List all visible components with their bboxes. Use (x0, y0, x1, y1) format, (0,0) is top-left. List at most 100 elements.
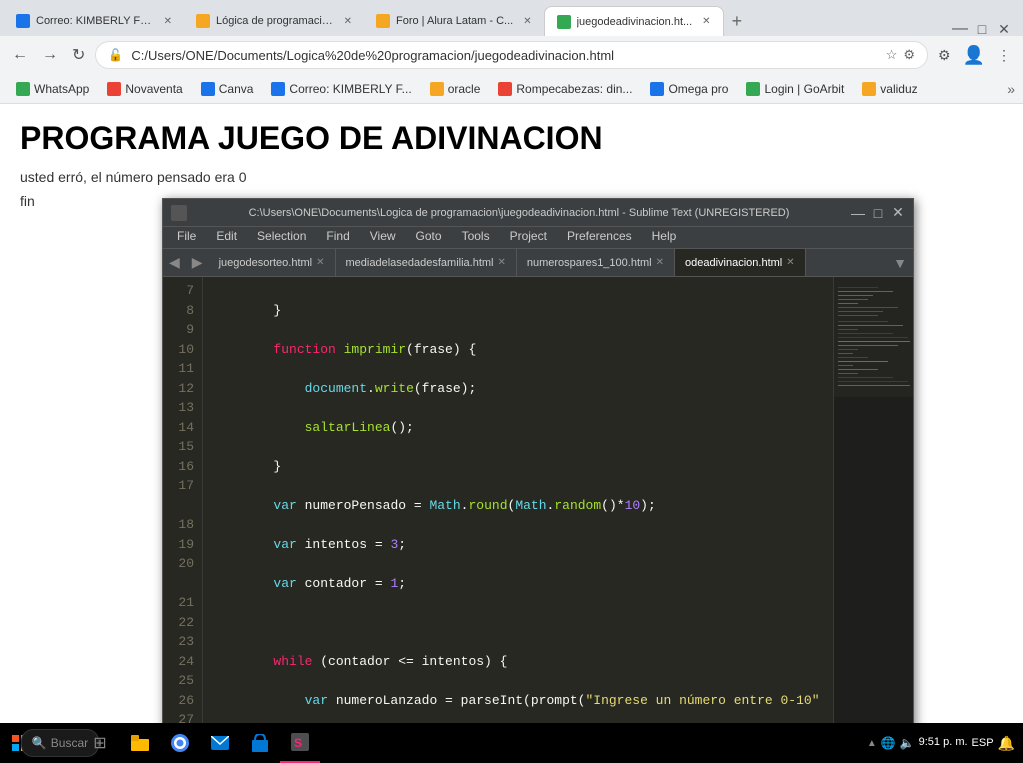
menu-edit[interactable]: Edit (206, 227, 247, 248)
bookmark-validuz[interactable]: validuz (854, 80, 925, 98)
sublime-tab-label-odeadivinacion: odeadivinacion.html (685, 257, 782, 269)
extension-icon[interactable]: ⚙ (903, 47, 915, 63)
sublime-menu-bar: File Edit Selection Find View Goto Tools… (163, 227, 913, 249)
sublime-window-buttons: — □ ✕ (851, 206, 905, 220)
code-area[interactable]: 7891011 1213141516 17 181920 21222324 25… (163, 277, 913, 757)
time-display[interactable]: 9:51 p. m. (919, 735, 968, 750)
extensions-button[interactable]: ⚙ (934, 43, 955, 68)
system-tray: ▲ 🌐 🔈 9:51 p. m. ESP 🔔 (859, 735, 1023, 752)
tab-favicon-foro (376, 14, 390, 28)
tab-close-correo[interactable]: ✕ (164, 16, 172, 27)
sublime-maximize-button[interactable]: □ (871, 206, 885, 220)
menu-project[interactable]: Project (500, 227, 557, 248)
tab-juego[interactable]: juegodeadivinacion.ht... ✕ (544, 6, 724, 36)
bookmark-omega[interactable]: Omega pro (642, 80, 736, 98)
bookmark-icon-goarbit (746, 82, 760, 96)
sublime-tab-close-odeadivinacion[interactable]: ✕ (786, 257, 794, 268)
reload-button[interactable]: ↻ (68, 41, 89, 69)
sublime-minimize-button[interactable]: — (851, 206, 865, 220)
browser-window-controls: — □ ✕ (945, 22, 1019, 36)
sublime-taskbar[interactable]: S (280, 723, 320, 763)
menu-file[interactable]: File (167, 227, 206, 248)
tab-label-foro: Foro | Alura Latam - C... (396, 15, 513, 27)
menu-view[interactable]: View (360, 227, 406, 248)
address-bar-row: ← → ↻ 🔓 C:/Users/ONE/Documents/Logica%20… (0, 36, 1023, 74)
maximize-browser-button[interactable]: □ (975, 22, 989, 36)
tab-nav-next[interactable]: ▶ (186, 254, 209, 271)
address-bar-icons: ☆ ⚙ (886, 47, 915, 63)
sublime-tab-label-juegodesorteo: juegodesorteo.html (219, 257, 313, 269)
tab-close-foro[interactable]: ✕ (523, 16, 531, 27)
bookmark-rompecabezas[interactable]: Rompecabezas: din... (490, 80, 640, 98)
bookmark-correo[interactable]: Correo: KIMBERLY F... (263, 80, 419, 98)
bookmark-label-omega: Omega pro (668, 82, 728, 96)
tab-label-correo: Correo: KIMBERLY FR... (36, 15, 154, 27)
store-taskbar[interactable] (240, 723, 280, 763)
minimize-browser-button[interactable]: — (953, 22, 967, 36)
menu-help[interactable]: Help (642, 227, 687, 248)
store-icon (252, 734, 268, 752)
more-options-button[interactable]: ⋮ (993, 43, 1015, 68)
bookmark-label-canva: Canva (219, 82, 254, 96)
sublime-close-button[interactable]: ✕ (891, 206, 905, 220)
sublime-tab-close-juegodesorteo[interactable]: ✕ (316, 257, 324, 268)
bookmark-oracle[interactable]: oracle (422, 80, 489, 98)
sublime-tab-odeadivinacion[interactable]: odeadivinacion.html ✕ (675, 249, 806, 277)
task-view-button[interactable]: ⊞ (80, 723, 120, 763)
mail-icon (211, 736, 229, 750)
sublime-tab-close-mediadelasedades[interactable]: ✕ (497, 257, 505, 268)
tab-close-juego[interactable]: ✕ (702, 16, 710, 27)
tab-list-more[interactable]: ▼ (887, 255, 913, 271)
file-explorer-taskbar[interactable] (120, 723, 160, 763)
tab-foro[interactable]: Foro | Alura Latam - C... ✕ (364, 6, 544, 36)
sublime-title-text: C:\Users\ONE\Documents\Logica de program… (187, 207, 851, 219)
back-button[interactable]: ← (8, 42, 32, 68)
sublime-tab-close-numerospares[interactable]: ✕ (656, 257, 664, 268)
menu-preferences[interactable]: Preferences (557, 227, 642, 248)
address-lock-icon: 🔓 (108, 48, 123, 62)
bookmark-canva[interactable]: Canva (193, 80, 262, 98)
address-bar[interactable]: 🔓 C:/Users/ONE/Documents/Logica%20de%20p… (95, 41, 928, 69)
bookmarks-more-button[interactable]: » (1007, 81, 1015, 97)
bookmark-whatsapp[interactable]: WhatsApp (8, 80, 97, 98)
chrome-taskbar[interactable] (160, 723, 200, 763)
toolbar-right: ⚙ 👤 ⋮ (934, 41, 1015, 70)
tab-label-juego: juegodeadivinacion.ht... (577, 16, 693, 28)
sublime-tab-numerospares[interactable]: numerospares1_100.html ✕ (517, 249, 675, 277)
bookmark-goarbit[interactable]: Login | GoArbit (738, 80, 852, 98)
search-taskbar-button[interactable]: 🔍 Buscar (40, 723, 80, 763)
sublime-tab-juegodesorteo[interactable]: juegodesorteo.html ✕ (209, 249, 336, 277)
bookmark-label-oracle: oracle (448, 82, 481, 96)
bookmark-label-rompecabezas: Rompecabezas: din... (516, 82, 632, 96)
menu-selection[interactable]: Selection (247, 227, 316, 248)
network-icon[interactable]: 🌐 (881, 736, 896, 750)
menu-tools[interactable]: Tools (452, 227, 500, 248)
bookmark-icon-whatsapp (16, 82, 30, 96)
menu-find[interactable]: Find (316, 227, 359, 248)
bookmark-icon-oracle (430, 82, 444, 96)
address-text: C:/Users/ONE/Documents/Logica%20de%20pro… (131, 48, 877, 63)
minimap-content (834, 277, 913, 757)
tab-nav-prev[interactable]: ◀ (163, 254, 186, 271)
mail-taskbar[interactable] (200, 723, 240, 763)
bookmark-label-validuz: validuz (880, 82, 917, 96)
bookmark-star-icon[interactable]: ☆ (886, 47, 898, 63)
new-tab-button[interactable]: + (724, 7, 751, 36)
code-content[interactable]: } function imprimir(frase) { document.wr… (203, 277, 833, 757)
expand-tray-icon[interactable]: ▲ (867, 738, 877, 749)
forward-button[interactable]: → (38, 42, 62, 68)
language-indicator[interactable]: ESP (972, 737, 994, 749)
tab-logica[interactable]: Lógica de programació... ✕ (184, 6, 364, 36)
tab-correo[interactable]: Correo: KIMBERLY FR... ✕ (4, 6, 184, 36)
volume-icon[interactable]: 🔈 (900, 736, 915, 750)
profile-button[interactable]: 👤 (959, 41, 989, 70)
notifications-icon[interactable]: 🔔 (998, 735, 1015, 752)
menu-goto[interactable]: Goto (406, 227, 452, 248)
bookmark-label-correo: Correo: KIMBERLY F... (289, 82, 411, 96)
close-browser-button[interactable]: ✕ (997, 22, 1011, 36)
sublime-tab-mediadelasedades[interactable]: mediadelasedadesfamilia.html ✕ (336, 249, 517, 277)
bookmark-label-whatsapp: WhatsApp (34, 82, 89, 96)
bookmark-novaventa[interactable]: Novaventa (99, 80, 190, 98)
tab-close-logica[interactable]: ✕ (344, 16, 352, 27)
bookmark-icon-rompecabezas (498, 82, 512, 96)
